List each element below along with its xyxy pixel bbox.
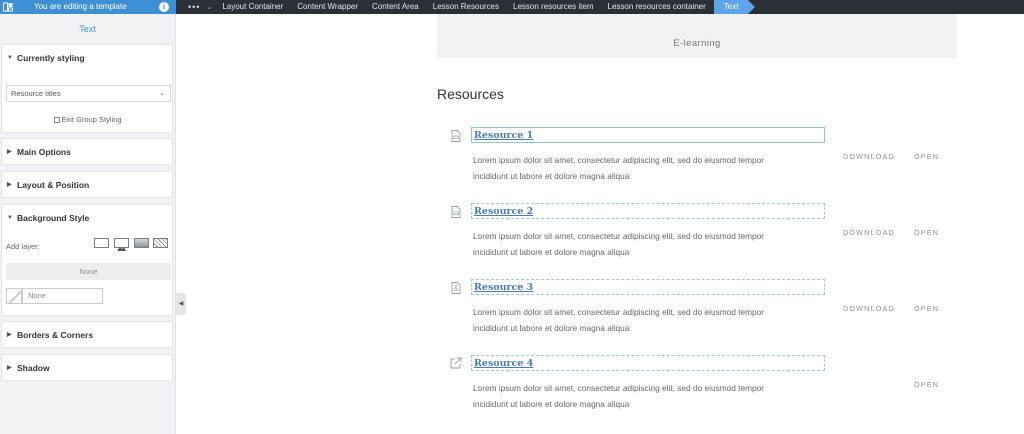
breadcrumb-item-layout-container[interactable]: Layout Container [222,0,283,14]
breadcrumb: ••• ⌄ Layout Container Content Wrapper C… [188,0,756,14]
background-style-header[interactable]: ▼ Background Style [2,205,172,231]
style-sidebar: Text ▼ Currently styling Resource titles… [0,14,176,434]
breadcrumb-item-content-wrapper[interactable]: Content Wrapper [297,0,358,14]
borders-corners-header[interactable]: ▶ Borders & Corners [2,322,172,348]
layer-gradient-button[interactable] [134,238,149,248]
resource-description-line: Lorem ipsum dolor sit amet, consectetur … [473,155,764,165]
resource-description: Lorem ipsum dolor sit amet, consectetur … [473,304,818,336]
main-options-title: Main Options [17,147,71,157]
main-options-panel[interactable]: ▶ Main Options [1,138,173,165]
breadcrumb-item-lesson-resources-item[interactable]: Lesson resources item [513,0,593,14]
more-icon[interactable]: ••• [188,2,200,12]
resource-description-line: incididunt ut labore et dolore magna ali… [473,171,630,181]
sidebar-title: Text [79,24,96,34]
resource-title[interactable]: Resource 4 [471,355,825,371]
color-input[interactable]: None [22,288,103,304]
currently-styling-header[interactable]: ▼ Currently styling [2,45,172,71]
resource-description: Lorem ipsum dolor sit amet, consectetur … [473,152,818,184]
layout-position-panel[interactable]: ▶ Layout & Position [1,171,173,198]
resource-description-line: Lorem ipsum dolor sit amet, consectetur … [473,231,764,241]
layer-none-value[interactable]: None [6,263,171,280]
open-link[interactable]: OPEN [914,228,939,237]
borders-corners-title: Borders & Corners [17,330,94,340]
layer-image-button[interactable] [114,238,129,251]
breadcrumb-item-lesson-resources[interactable]: Lesson Resources [433,0,499,14]
breadcrumb-item-content-area[interactable]: Content Area [372,0,419,14]
resources-heading: Resources [437,86,504,102]
resource-description: Lorem ipsum dolor sit amet, consectetur … [473,228,818,260]
open-link[interactable]: OPEN [914,380,939,389]
layer-color-button[interactable] [94,238,109,248]
shadow-header[interactable]: ▶ Shadow [2,355,172,381]
resource-description: Lorem ipsum dolor sit amet, consectetur … [473,380,818,412]
color-swatch[interactable] [6,288,22,304]
shadow-title: Shadow [17,363,50,373]
background-style-title: Background Style [17,213,90,223]
styling-target-value: Resource titles [11,89,61,98]
caret-right-icon: ▶ [7,332,12,338]
add-layer-label: Add layer: [6,242,40,251]
download-link[interactable]: DOWNLOAD [843,152,895,161]
download-link[interactable]: DOWNLOAD [843,228,895,237]
open-link[interactable]: OPEN [914,152,939,161]
main-options-header[interactable]: ▶ Main Options [2,139,172,165]
breadcrumb-item-lesson-resources-container[interactable]: Lesson resources container [608,0,706,14]
resource-description-line: Lorem ipsum dolor sit amet, consectetur … [473,383,764,393]
background-style-panel: ▼ Background Style Add layer: None None [1,204,173,316]
hero-text: E-learning [673,38,721,49]
download-link[interactable]: DOWNLOAD [843,304,895,313]
layout-position-title: Layout & Position [17,180,90,190]
top-bar: You are editing a template i ••• ⌄ Layou… [0,0,1024,14]
caret-right-icon: ▶ [7,182,12,188]
layer-pattern-button[interactable] [153,238,168,248]
resource-description-line: incididunt ut labore et dolore magna ali… [473,399,630,409]
hero-banner: E-learning [437,14,957,58]
open-link[interactable]: OPEN [914,304,939,313]
layout-position-header[interactable]: ▶ Layout & Position [2,172,172,198]
builder-logo-icon[interactable] [3,2,13,12]
styling-target-select[interactable]: Resource titles ⌄ [6,85,171,102]
breadcrumb-item-active[interactable]: Text [713,0,756,14]
currently-styling-title: Currently styling [17,53,85,63]
document-icon [451,130,461,142]
caret-right-icon: ▶ [7,149,12,155]
exit-box-icon [54,117,61,123]
chevron-down-icon[interactable]: ⌄ [206,3,212,11]
caret-right-icon: ▶ [7,365,12,371]
template-banner: You are editing a template i [0,0,176,14]
collapse-sidebar-button[interactable]: ◀ [176,293,186,315]
resource-title[interactable]: Resource 2 [471,203,825,219]
resource-description-line: incididunt ut labore et dolore magna ali… [473,323,630,333]
template-banner-label: You are editing a template [34,2,127,11]
shadow-panel[interactable]: ▶ Shadow [1,354,173,381]
external-link-icon [450,357,462,369]
pdf-icon [451,282,461,294]
exit-group-styling-button[interactable]: Exit Group Styling [2,115,174,124]
borders-corners-panel[interactable]: ▶ Borders & Corners [1,321,173,348]
image-icon [117,247,126,251]
currently-styling-panel: ▼ Currently styling Resource titles ⌄ Ex… [1,44,173,133]
chevron-down-icon: ⌄ [159,90,165,97]
document-icon [451,206,461,218]
resource-description-line: Lorem ipsum dolor sit amet, consectetur … [473,307,764,317]
resource-description-line: incididunt ut labore et dolore magna ali… [473,247,630,257]
resource-title[interactable]: Resource 3 [471,279,825,295]
exit-group-label: Exit Group Styling [61,115,122,124]
resource-title[interactable]: Resource 1 [471,127,825,143]
info-icon[interactable]: i [159,2,169,12]
caret-down-icon: ▼ [7,215,13,221]
caret-down-icon: ▼ [7,55,13,61]
